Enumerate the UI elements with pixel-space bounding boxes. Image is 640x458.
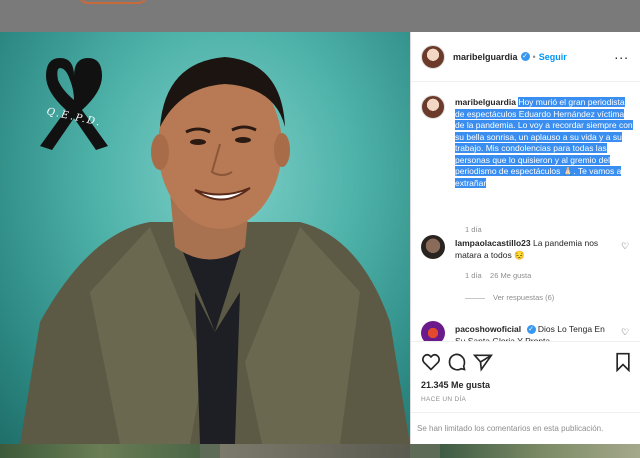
- post-time-ago: HACE UN DÍA: [421, 396, 467, 403]
- top-background: [0, 0, 640, 32]
- comments-limited-notice: Se han limitado los comentarios en esta …: [411, 412, 640, 445]
- comments-section[interactable]: maribelguardia Hoy murió el gran periodi…: [411, 83, 640, 341]
- heart-icon[interactable]: ♡: [621, 241, 629, 252]
- post-header: maribelguardia ✓ • Seguir ...: [411, 32, 640, 82]
- caption-avatar[interactable]: [421, 95, 445, 119]
- comment-time: 1 día: [465, 271, 482, 280]
- separator-dot: •: [532, 51, 536, 62]
- comment-avatar[interactable]: [421, 235, 445, 259]
- share-icon[interactable]: [473, 352, 493, 372]
- caption-text: Hoy murió el gran periodista de espectác…: [455, 97, 633, 188]
- view-replies-button[interactable]: Ver respuestas (6): [465, 293, 554, 302]
- mourning-ribbon-icon: [40, 58, 108, 150]
- more-options-icon[interactable]: ...: [614, 46, 629, 62]
- verified-icon: ✓: [520, 52, 530, 61]
- like-heart-icon[interactable]: [421, 352, 441, 372]
- header-username[interactable]: maribelguardia: [453, 52, 518, 62]
- avatar[interactable]: [421, 44, 445, 69]
- post-photo[interactable]: Q.E.P.D.: [0, 32, 410, 444]
- thumbnail[interactable]: [0, 444, 200, 458]
- action-icons: [421, 352, 633, 374]
- post-actions: 21.345 Me gusta HACE UN DÍA Se han limit…: [411, 341, 640, 444]
- instagram-post-screen: Q.E.P.D. maribelguardia ✓ • Seguir ... m…: [0, 0, 640, 458]
- comment-username[interactable]: pacoshowoficial: [455, 324, 521, 334]
- bookmark-icon[interactable]: [613, 352, 633, 372]
- thumbnail[interactable]: [220, 444, 410, 458]
- post-side-panel: maribelguardia ✓ • Seguir ... maribelgua…: [410, 32, 640, 444]
- comment-likes[interactable]: 26 Me gusta: [490, 271, 531, 280]
- comment-avatar[interactable]: [421, 321, 445, 341]
- follow-button[interactable]: Seguir: [539, 52, 567, 62]
- caption-time: 1 día: [465, 225, 482, 234]
- verified-icon: ✓: [526, 325, 536, 335]
- comment-username[interactable]: lampaolacastillo23: [455, 238, 531, 248]
- likes-count[interactable]: 21.345 Me gusta: [421, 380, 490, 390]
- heart-icon[interactable]: ♡: [621, 327, 629, 338]
- caption-username[interactable]: maribelguardia: [455, 97, 516, 107]
- comment-icon[interactable]: [447, 352, 467, 372]
- thumbnail[interactable]: [440, 444, 640, 458]
- bottom-thumbnails: [0, 444, 640, 458]
- top-decoration: [78, 0, 148, 4]
- view-replies-label: Ver respuestas (6): [493, 293, 555, 302]
- replies-divider: [465, 297, 485, 299]
